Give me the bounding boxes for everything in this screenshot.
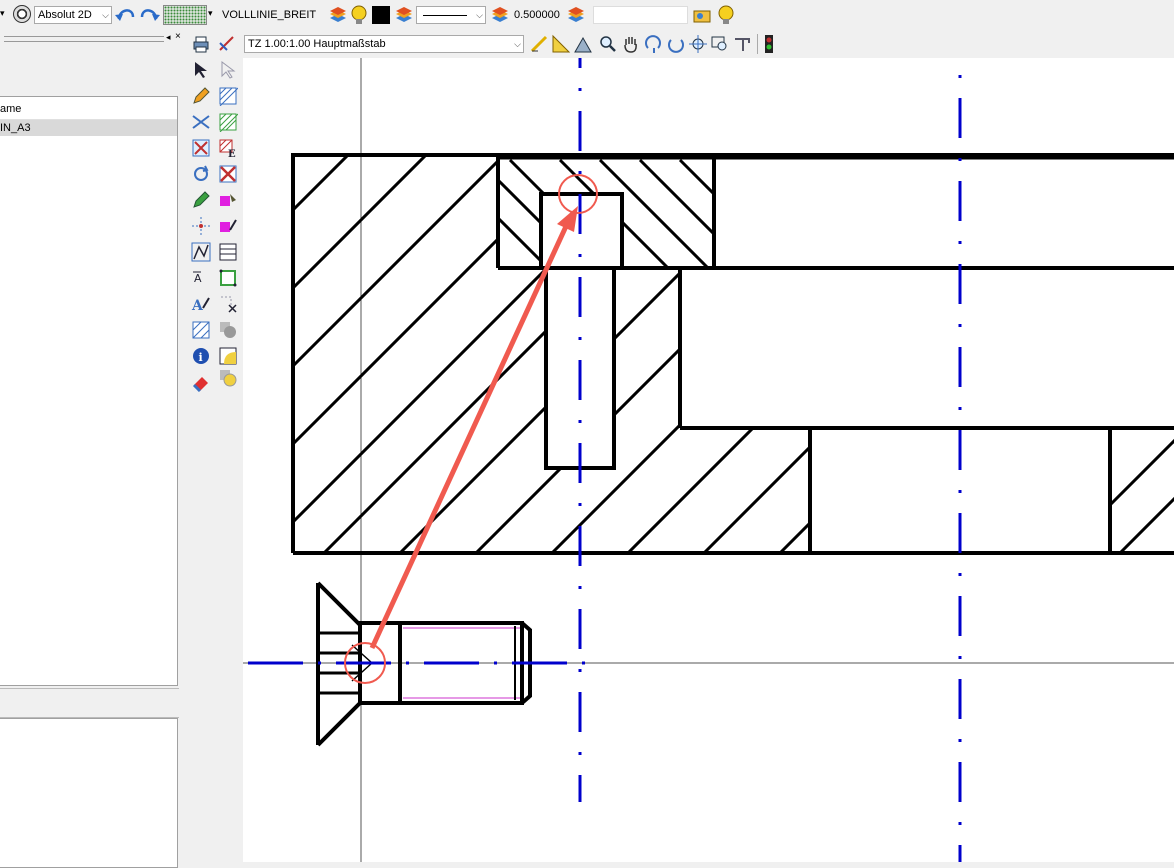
svg-text:A: A: [194, 272, 202, 285]
technical-drawing[interactable]: [243, 58, 1174, 862]
redo-icon[interactable]: [138, 5, 160, 25]
dropdown-arrow-icon[interactable]: ▾: [208, 8, 213, 19]
chevron-down-icon: ⌵: [102, 10, 109, 20]
column-header-label: ame: [0, 103, 22, 115]
text-symbol-icon[interactable]: A: [191, 268, 211, 288]
layer-input[interactable]: [593, 6, 688, 24]
layer-stack-icon[interactable]: [490, 6, 510, 24]
coordinate-mode-icon: [13, 5, 31, 23]
zoom-out-icon[interactable]: [665, 34, 685, 54]
coordinate-mode-select[interactable]: Absolut 2D ⌵: [34, 6, 112, 24]
list-item-label: IN_A3: [0, 122, 31, 134]
svg-text:i: i: [199, 351, 203, 364]
select-outline-icon[interactable]: [218, 60, 238, 80]
hatch-green-icon[interactable]: [218, 112, 238, 132]
top-toolbar: ▾ Absolut 2D ⌵ ▾ VOLLLINIE_BREIT ⌵ 0.500…: [0, 0, 1174, 30]
toolbar-separator: [757, 34, 758, 54]
text-icon[interactable]: A: [191, 294, 211, 314]
chevron-down-icon: ⌵: [476, 10, 483, 20]
svg-text:E: E: [228, 149, 236, 158]
panel-grip[interactable]: [4, 36, 164, 42]
lightbulb-icon[interactable]: [715, 4, 737, 26]
tool-column-primary: A A i: [188, 58, 214, 398]
fill-edit-icon[interactable]: [218, 216, 238, 236]
area-yellow-icon[interactable]: [218, 346, 238, 366]
drawing-canvas[interactable]: [243, 58, 1174, 862]
undo-icon[interactable]: [115, 5, 137, 25]
fill-magenta-icon[interactable]: [218, 190, 238, 210]
hatch-right-block: [1110, 428, 1174, 553]
area-combine-icon[interactable]: [218, 368, 238, 388]
remove-boundary-icon[interactable]: [218, 294, 238, 314]
print-icon[interactable]: [191, 34, 211, 54]
traffic-light-icon[interactable]: [763, 34, 775, 54]
triangle-ruler-icon[interactable]: [551, 34, 571, 54]
info-icon[interactable]: i: [191, 346, 211, 366]
snap-point-icon[interactable]: [191, 216, 211, 236]
dropdown-arrow-icon[interactable]: ▾: [0, 8, 5, 19]
svg-text:A: A: [191, 298, 204, 314]
lightbulb-icon[interactable]: [348, 4, 370, 26]
boundary-icon[interactable]: [218, 268, 238, 288]
view-toolbar: TZ 1.00:1.00 Hauptmaßstab ⌵: [187, 30, 1174, 58]
area-icon[interactable]: [218, 320, 238, 340]
panel-splitter[interactable]: [0, 688, 179, 718]
panel-pin-icon[interactable]: ◂: [166, 32, 171, 43]
layer-stack-icon[interactable]: [566, 6, 586, 24]
annotation-arrow: [344, 174, 598, 684]
hatch-left-block: [293, 155, 810, 553]
lines-icon[interactable]: [218, 242, 238, 262]
tool-column-secondary: E: [215, 58, 241, 387]
part-outline: [291, 153, 1174, 555]
panel-close-icon[interactable]: ×: [175, 31, 181, 42]
dimension-icon[interactable]: [573, 34, 593, 54]
select-arrow-icon[interactable]: [191, 60, 211, 80]
hatch-cross-icon[interactable]: [218, 86, 238, 106]
pen-name[interactable]: VOLLLINIE_BREIT: [222, 9, 316, 21]
coordinate-mode-value: Absolut 2D: [38, 9, 92, 21]
zoom-previous-icon[interactable]: [710, 34, 730, 54]
trim-icon[interactable]: [191, 112, 211, 132]
line-width-value[interactable]: 0.500000: [514, 9, 560, 21]
properties-panel: [0, 718, 178, 868]
column-header[interactable]: ame: [0, 97, 177, 120]
edit-pencil-icon[interactable]: [191, 190, 211, 210]
eraser-icon[interactable]: [191, 372, 211, 392]
hatch-delete-icon[interactable]: [218, 164, 238, 184]
redraw-icon[interactable]: [733, 34, 753, 54]
zoom-all-icon[interactable]: [688, 34, 708, 54]
hatch-edit-icon[interactable]: E: [218, 138, 238, 158]
dot-pattern-icon[interactable]: [163, 5, 207, 25]
scale-icon[interactable]: [217, 34, 237, 54]
scale-select[interactable]: TZ 1.00:1.00 Hauptmaßstab ⌵: [244, 35, 524, 53]
layer-stack-icon[interactable]: [394, 6, 414, 24]
scale-value: TZ 1.00:1.00 Hauptmaßstab: [248, 38, 386, 50]
hatch-pattern-icon[interactable]: [191, 320, 211, 340]
layer-manager-icon[interactable]: [692, 5, 712, 25]
chevron-down-icon: ⌵: [514, 39, 521, 49]
object-list: ame IN_A3: [0, 96, 178, 686]
line-type-select[interactable]: ⌵: [416, 6, 486, 24]
zoom-window-icon[interactable]: [598, 34, 618, 54]
delete-segment-icon[interactable]: [191, 138, 211, 158]
zoom-in-icon[interactable]: [644, 34, 664, 54]
rotate-icon[interactable]: [191, 164, 211, 184]
left-panel: ◂ × ame IN_A3: [0, 30, 187, 868]
pencil-icon[interactable]: [191, 86, 211, 106]
color-swatch-icon[interactable]: [372, 6, 390, 24]
pan-hand-icon[interactable]: [621, 34, 641, 54]
polyline-icon[interactable]: [191, 242, 211, 262]
measure-icon[interactable]: [529, 34, 549, 54]
layer-stack-icon[interactable]: [328, 6, 348, 24]
list-item[interactable]: IN_A3: [0, 120, 177, 136]
solid-line-icon: [423, 15, 467, 16]
